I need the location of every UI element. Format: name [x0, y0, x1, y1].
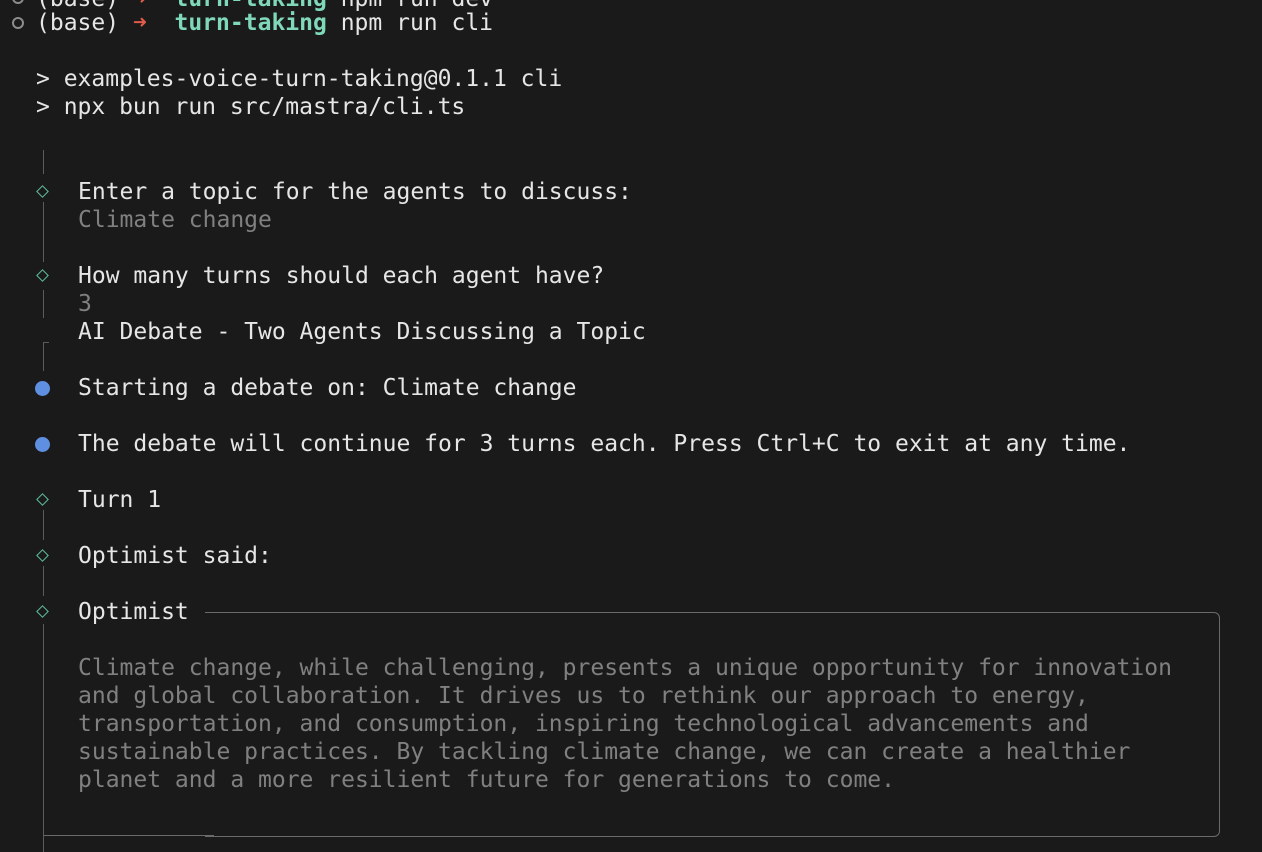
- topic-question-label: Enter a topic for the agents to discuss:: [78, 179, 632, 205]
- turns-answer: 3: [78, 291, 92, 317]
- prompt-command: npm run cli: [340, 10, 494, 36]
- cli-rail: [43, 624, 44, 852]
- info-debate-topic: Starting a debate on: Climate change: [78, 375, 577, 401]
- info-dot-icon: [35, 437, 50, 452]
- info-debate-turns: The debate will continue for 3 turns eac…: [78, 431, 1131, 457]
- note-box-line: planet and a more resilient future for g…: [78, 767, 895, 793]
- current-prompt-line[interactable]: (base) ➜ turn-taking npm run cli: [36, 9, 493, 37]
- note-box-bottom-border: [44, 835, 214, 836]
- turns-question-label: How many turns should each agent have?: [78, 263, 605, 289]
- step-diamond-icon: [36, 549, 49, 562]
- step-diamond-icon: [36, 185, 49, 198]
- speaker-said-label: Optimist said:: [78, 543, 272, 569]
- step-diamond-icon: [36, 493, 49, 506]
- cli-rail: [43, 202, 44, 262]
- prompt-dir: turn-taking: [174, 10, 327, 36]
- note-box-title: Optimist: [78, 599, 189, 625]
- cli-rail: [43, 566, 44, 596]
- note-box-line: sustainable practices. By tackling clima…: [78, 739, 1131, 765]
- cli-rail: [43, 150, 44, 174]
- turn-label: Turn 1: [78, 487, 162, 513]
- step-diamond-icon: [36, 269, 49, 282]
- npm-command-line: > npx bun run src/mastra/cli.ts: [36, 94, 466, 120]
- info-dot-icon: [35, 381, 50, 396]
- note-box-line: and global collaboration. It drives us t…: [78, 683, 1089, 709]
- prompt-arrow-icon: ➜: [132, 10, 147, 36]
- cli-rail: [43, 510, 44, 540]
- note-box-line: Climate change, while challenging, prese…: [78, 655, 1172, 681]
- prompt-status-icon: [12, 0, 24, 4]
- intro-title: AI Debate - Two Agents Discussing a Topi…: [78, 319, 646, 345]
- topic-answer: Climate change: [78, 207, 272, 233]
- step-diamond-icon: [36, 605, 49, 618]
- npm-script-line: > examples-voice-turn-taking@0.1.1 cli: [36, 66, 563, 92]
- cli-rail: [43, 290, 44, 318]
- prompt-status-icon: [12, 17, 24, 29]
- prompt-env: (base): [36, 10, 120, 36]
- cli-rail-corner: [43, 342, 49, 371]
- note-box-line: transportation, and consumption, inspiri…: [78, 711, 1089, 737]
